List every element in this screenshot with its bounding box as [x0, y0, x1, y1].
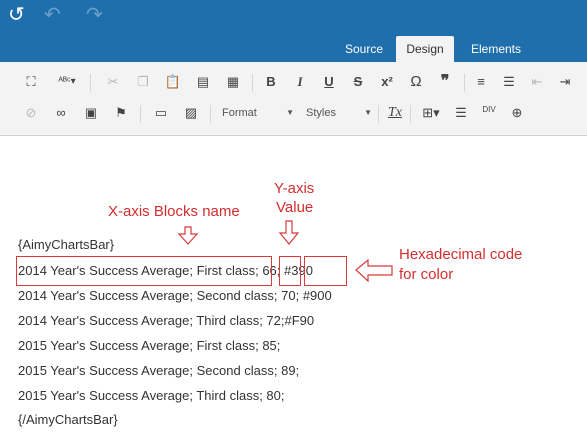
left-arrow-icon: [355, 258, 393, 283]
down-arrow-icon: [177, 226, 199, 245]
down-arrow-icon: [278, 220, 300, 245]
annotation-arrows: [177, 220, 393, 283]
